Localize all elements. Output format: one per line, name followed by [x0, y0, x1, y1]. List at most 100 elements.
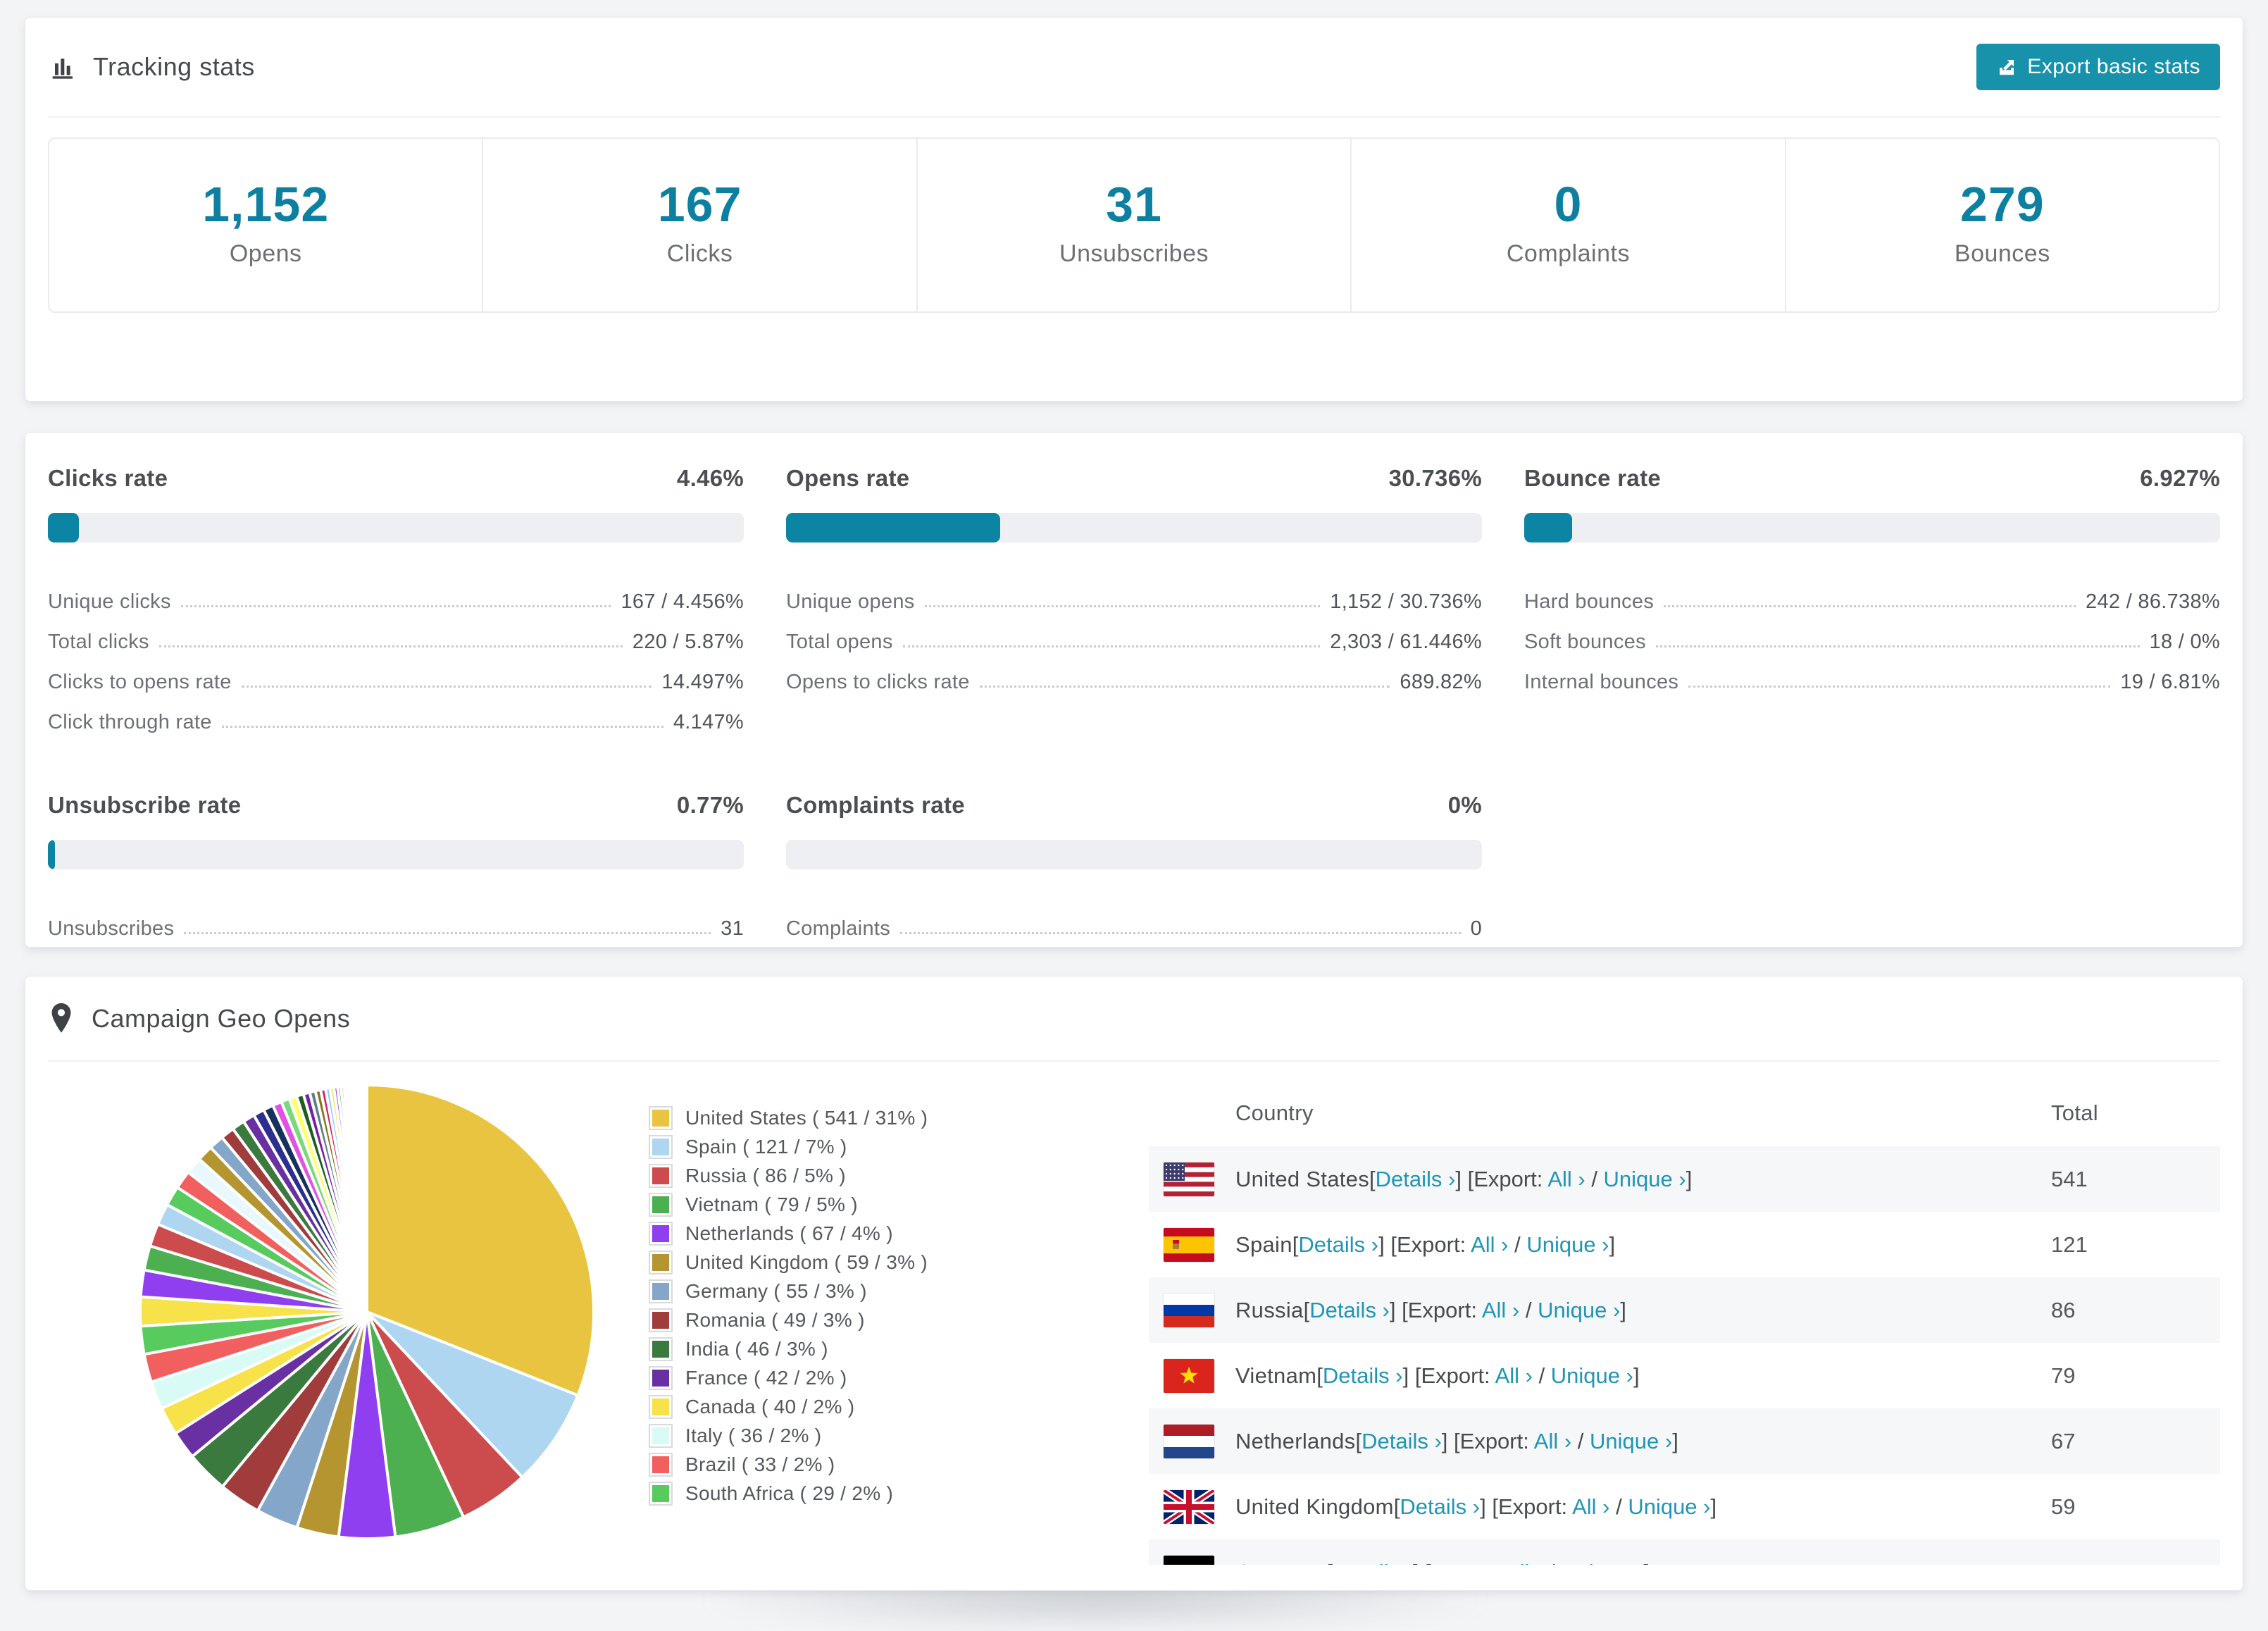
open-bracket: [ — [1355, 1428, 1362, 1453]
export-unique-link[interactable]: Unique › — [1538, 1298, 1620, 1322]
legend-item-india: India ( 46 / 3% ) — [649, 1334, 980, 1363]
rate-stat-label: Internal bounces — [1524, 671, 1679, 693]
country-total: 121 — [2051, 1232, 2088, 1257]
rate-stat-value: 1,152 / 30.736% — [1330, 590, 1482, 613]
details-link[interactable]: Details › — [1298, 1232, 1378, 1257]
stat-box-opens: 1,152 Opens — [49, 139, 482, 311]
legend-label: United Kingdom ( 59 / 3% ) — [685, 1251, 928, 1273]
export-all-link[interactable]: All › — [1534, 1429, 1571, 1453]
details-link[interactable]: Details › — [1400, 1494, 1480, 1519]
close-bracket: ] — [1402, 1363, 1415, 1388]
row-links: [Details ›] [Export: All › / Unique ›] — [1292, 1232, 1615, 1258]
close-bracket: ] — [1378, 1232, 1391, 1257]
rate-value: 30.736% — [1388, 465, 1482, 491]
export-prefix: [Export: — [1390, 1232, 1471, 1257]
export-all-link[interactable]: All › — [1547, 1167, 1585, 1191]
rate-stat-value: 19 / 6.81% — [2120, 671, 2220, 693]
legend-swatch — [649, 1365, 673, 1390]
legend-label: Vietnam ( 79 / 5% ) — [685, 1193, 858, 1215]
stat-value: 0 — [1554, 177, 1583, 232]
dotted-leader — [1688, 686, 2111, 688]
legend-item-romania: Romania ( 49 / 3% ) — [649, 1306, 980, 1334]
export-unique-link[interactable]: Unique › — [1551, 1363, 1633, 1388]
legend-swatch — [649, 1250, 673, 1275]
export-unique-link[interactable]: Unique › — [1604, 1167, 1686, 1191]
export-all-link[interactable]: All › — [1482, 1298, 1519, 1322]
rate-block-unsubscribe-rate: Unsubscribe rate 0.77% Unsubscribes 31 — [48, 792, 744, 941]
export-unique-link[interactable]: Unique › — [1590, 1429, 1672, 1453]
row-links: [Details ›] [Export: All › / Unique ›] — [1304, 1298, 1626, 1323]
open-bracket: [ — [1303, 1297, 1310, 1322]
open-bracket: [ — [1316, 1363, 1323, 1388]
details-link[interactable]: Details › — [1362, 1429, 1442, 1453]
rate-stat-label: Complaints — [786, 917, 891, 940]
table-row-russia: Russia [Details ›] [Export: All › / Uniq… — [1149, 1277, 2220, 1343]
rate-stat-row-complaints: Complaints 0 — [786, 900, 1482, 941]
row-links: [Details ›] [Export: All › / Unique ›] — [1316, 1363, 1639, 1389]
export-all-link[interactable]: All › — [1505, 1560, 1543, 1565]
stat-box-complaints: 0 Complaints — [1350, 139, 1784, 311]
export-all-link[interactable]: All › — [1471, 1232, 1508, 1257]
rates-card: Clicks rate 4.46% Unique clicks 167 / 4.456… — [25, 432, 2243, 948]
country-name: Spain — [1235, 1232, 1292, 1257]
dotted-leader — [184, 932, 711, 934]
flag-gb-icon — [1164, 1489, 1214, 1524]
legend-swatch — [649, 1337, 673, 1361]
dotted-leader — [902, 645, 1321, 647]
stat-label: Opens — [229, 240, 302, 267]
geo-opens-card: Campaign Geo Opens United States ( 541 /… — [25, 976, 2243, 1591]
legend-item-germany: Germany ( 55 / 3% ) — [649, 1277, 980, 1306]
legend-label: United States ( 541 / 31% ) — [685, 1106, 928, 1129]
rate-stat-label: Total opens — [786, 631, 893, 653]
legend-item-united-states: United States ( 541 / 31% ) — [649, 1103, 980, 1132]
stat-label: Complaints — [1506, 240, 1630, 267]
details-link[interactable]: Details › — [1309, 1298, 1390, 1322]
rate-stat-label: Clicks to opens rate — [48, 671, 232, 693]
details-link[interactable]: Details › — [1323, 1363, 1403, 1388]
export-prefix: [Export: — [1492, 1494, 1573, 1519]
export-unique-link[interactable]: Unique › — [1561, 1560, 1643, 1565]
country-name: Germany — [1235, 1560, 1327, 1565]
rate-progress-fill — [1524, 513, 1573, 542]
rate-title: Clicks rate — [48, 465, 168, 491]
row-links: [Details ›] [Export: All › / Unique ›] — [1355, 1429, 1678, 1454]
legend-swatch — [649, 1423, 673, 1448]
legend-item-canada: Canada ( 40 / 2% ) — [649, 1392, 980, 1421]
legend-label: South Africa ( 29 / 2% ) — [685, 1482, 894, 1504]
rate-stat-row-opens-to-clicks-rate: Opens to clicks rate 689.82% — [786, 654, 1482, 694]
legend-label: Germany ( 55 / 3% ) — [685, 1279, 867, 1302]
export-all-link[interactable]: All › — [1572, 1494, 1609, 1519]
export-all-link[interactable]: All › — [1495, 1363, 1533, 1388]
details-link[interactable]: Details › — [1376, 1167, 1456, 1191]
legend-swatch — [649, 1134, 673, 1159]
tracking-stats-header: Tracking stats Export basic stats — [48, 18, 2220, 118]
dotted-leader — [158, 645, 623, 647]
rate-title: Opens rate — [786, 465, 910, 491]
legend-label: Netherlands ( 67 / 4% ) — [685, 1222, 893, 1244]
rate-progress-bar — [48, 513, 744, 542]
close-bracket: ] — [1389, 1297, 1402, 1322]
rate-progress-bar — [786, 840, 1482, 869]
legend-swatch — [649, 1481, 673, 1506]
rate-stat-row-soft-bounces: Soft bounces 18 / 0% — [1524, 614, 2220, 654]
country-total: 79 — [2051, 1363, 2076, 1388]
export-unique-link[interactable]: Unique › — [1526, 1232, 1609, 1257]
rate-stat-value: 689.82% — [1400, 671, 1482, 693]
export-unique-link[interactable]: Unique › — [1628, 1494, 1710, 1519]
close-bracket: ] — [1480, 1494, 1493, 1519]
legend-label: India ( 46 / 3% ) — [685, 1337, 828, 1360]
geo-pie-legend: United States ( 541 / 31% ) Spain ( 121 /… — [649, 1103, 980, 1508]
rate-stat-label: Unique opens — [786, 590, 915, 613]
legend-swatch — [649, 1163, 673, 1188]
legend-label: Romania ( 49 / 3% ) — [685, 1308, 865, 1331]
rate-stat-row-total-clicks: Total clicks 220 / 5.87% — [48, 614, 744, 654]
slash-separator: / — [1585, 1166, 1604, 1191]
stat-label: Clicks — [666, 240, 733, 267]
close-bracket: ] — [1633, 1363, 1640, 1388]
details-link[interactable]: Details › — [1333, 1560, 1413, 1565]
stat-boxes-row: 1,152 Opens 167 Clicks 31 Unsubscribes 0 Compla… — [48, 137, 2220, 313]
export-basic-stats-button[interactable]: Export basic stats — [1976, 44, 2220, 90]
flag-de-icon — [1164, 1555, 1214, 1565]
table-row-united-kingdom: United Kingdom [Details ›] [Export: All … — [1149, 1474, 2220, 1539]
page-title: Tracking stats — [93, 52, 255, 81]
